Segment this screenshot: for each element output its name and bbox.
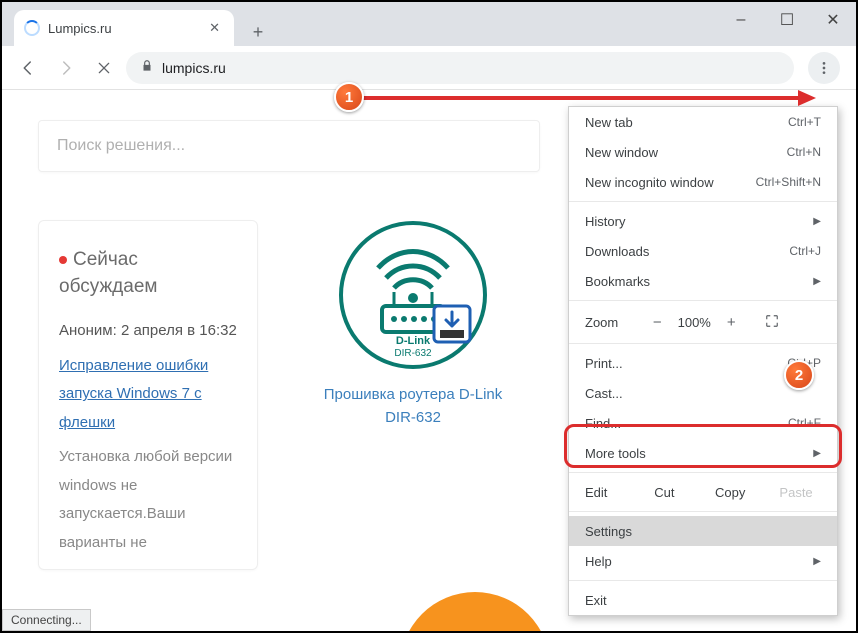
article-thumb-orange[interactable]	[400, 592, 550, 631]
sidebar-title: Сейчас обсуждаем	[59, 247, 237, 300]
address-bar[interactable]: lumpics.ru	[126, 52, 794, 84]
menu-zoom-row: Zoom − 100% +	[569, 305, 837, 339]
annotation-callout-1: 1	[334, 82, 364, 112]
article-card-dlink[interactable]: D-Link DIR-632 Прошивка роутера D-Link D…	[318, 220, 508, 429]
menu-more-tools[interactable]: More tools▶	[569, 438, 837, 468]
menu-find[interactable]: Find...Ctrl+F	[569, 408, 837, 438]
menu-new-tab[interactable]: New tabCtrl+T	[569, 107, 837, 137]
window-controls: – ☐ ✕	[718, 2, 856, 38]
toolbar: lumpics.ru	[2, 46, 856, 90]
menu-new-incognito[interactable]: New incognito windowCtrl+Shift+N	[569, 167, 837, 197]
comment-meta: Аноним: 2 апреля в 16:32	[59, 318, 237, 344]
window-minimize-button[interactable]: –	[718, 2, 764, 38]
status-bar: Connecting...	[2, 609, 91, 631]
new-tab-button[interactable]: +	[244, 18, 272, 46]
menu-bookmarks[interactable]: Bookmarks▶	[569, 266, 837, 296]
menu-help[interactable]: Help▶	[569, 546, 837, 576]
comment-text: Установка любой версии windows не запуск…	[59, 443, 237, 557]
site-search-input[interactable]: Поиск решения...	[38, 120, 540, 172]
chevron-right-icon: ▶	[813, 556, 821, 567]
edit-paste-button[interactable]: Paste	[763, 485, 829, 500]
tab-active[interactable]: Lumpics.ru ✕	[14, 10, 234, 46]
window-close-button[interactable]: ✕	[810, 2, 856, 38]
svg-text:D-Link: D-Link	[396, 335, 431, 347]
edit-label: Edit	[585, 485, 607, 500]
svg-text:DIR-632: DIR-632	[394, 348, 432, 359]
stop-button[interactable]	[88, 52, 120, 84]
url-text: lumpics.ru	[162, 60, 226, 76]
edit-cut-button[interactable]: Cut	[631, 485, 697, 500]
card-title: Прошивка роутера D-Link DIR-632	[318, 384, 508, 429]
menu-downloads[interactable]: DownloadsCtrl+J	[569, 236, 837, 266]
back-button[interactable]	[12, 52, 44, 84]
tab-close-icon[interactable]: ✕	[205, 18, 224, 38]
search-placeholder: Поиск решения...	[57, 137, 185, 155]
menu-button[interactable]	[808, 52, 840, 84]
loading-spinner-icon	[24, 20, 40, 36]
live-dot-icon	[59, 256, 67, 264]
comment-link[interactable]: Исправление ошибки запуска Windows 7 с ф…	[59, 357, 208, 431]
zoom-label: Zoom	[585, 315, 618, 330]
menu-new-window[interactable]: New windowCtrl+N	[569, 137, 837, 167]
tab-title: Lumpics.ru	[48, 21, 112, 36]
zoom-value: 100%	[672, 315, 716, 330]
sidebar-discussion: Сейчас обсуждаем Аноним: 2 апреля в 16:3…	[38, 220, 258, 570]
chevron-right-icon: ▶	[813, 276, 821, 287]
arrow-right-icon	[57, 59, 75, 77]
arrow-left-icon	[19, 59, 37, 77]
annotation-callout-2: 2	[784, 360, 814, 390]
chevron-right-icon: ▶	[813, 448, 821, 459]
menu-settings[interactable]: Settings	[569, 516, 837, 546]
fullscreen-button[interactable]	[758, 314, 786, 331]
three-dots-icon	[816, 60, 832, 76]
lock-icon	[140, 59, 154, 76]
menu-edit-row: Edit Cut Copy Paste	[569, 477, 837, 507]
edit-copy-button[interactable]: Copy	[697, 485, 763, 500]
zoom-out-button[interactable]: −	[642, 314, 672, 331]
chevron-right-icon: ▶	[813, 216, 821, 227]
menu-exit[interactable]: Exit	[569, 585, 837, 615]
orange-circle-icon	[400, 592, 550, 631]
close-icon	[96, 60, 112, 76]
router-icon: D-Link DIR-632	[338, 220, 488, 370]
fullscreen-icon	[765, 314, 779, 328]
window-maximize-button[interactable]: ☐	[764, 2, 810, 38]
forward-button[interactable]	[50, 52, 82, 84]
zoom-in-button[interactable]: +	[716, 314, 746, 331]
menu-history[interactable]: History▶	[569, 206, 837, 236]
